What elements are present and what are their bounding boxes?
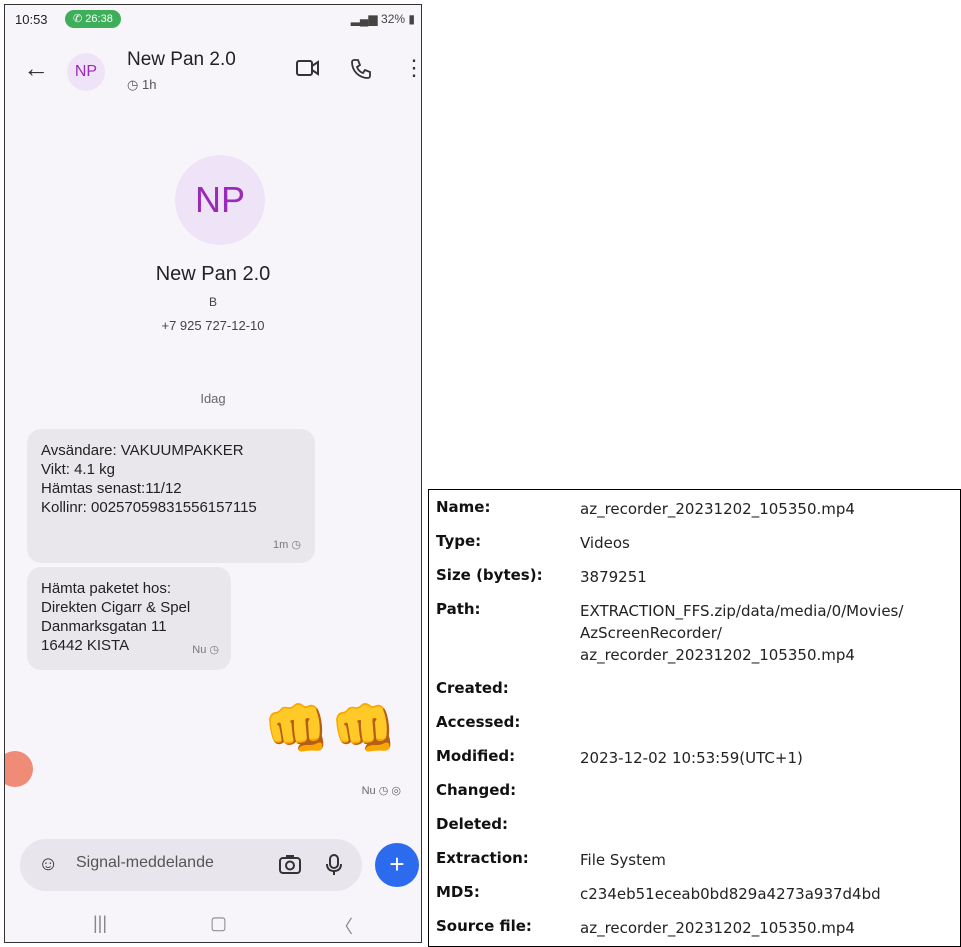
header-avatar[interactable]: NP [67,53,105,91]
message-composer: ☺ [20,839,362,891]
property-value: az_recorder_20231202_105350.mp4 [580,500,855,518]
profile-phone: +7 925 727-12-10 [161,318,265,333]
call-duration: 26:38 [85,13,113,25]
system-nav-bar: ||| ▢ 〈 [5,903,421,942]
property-value: 3879251 [580,568,647,586]
back-icon[interactable]: 〈 [335,913,353,939]
message-line: Hämta paketet hos: [41,580,172,597]
property-label: Source file: [436,917,532,935]
more-vertical-icon[interactable]: ⋮ [403,55,421,81]
property-value: az_recorder_20231202_105350.mp4 [580,919,855,937]
property-label: Created: [436,679,509,697]
status-bar: 10:53 ✆ 26:38 ▂▄▆ 32% ▮ [5,5,421,33]
profile-subtitle: B [208,295,217,309]
outgoing-emoji-message[interactable]: 👊👊 [263,699,397,759]
conversation-header: ← NP New Pan 2.0 ◷ 1h ⋮ [5,35,421,105]
conversation-title[interactable]: New Pan 2.0 [127,49,236,71]
microphone-icon[interactable] [325,853,343,883]
message-meta: Nu ◷ [192,641,219,660]
floating-recorder-bubble[interactable] [5,751,33,787]
recents-icon[interactable]: ||| [93,913,107,934]
status-icons: ▂▄▆ 32% ▮ [351,12,415,26]
battery-icon: ▮ [408,12,415,26]
property-label: Modified: [436,747,516,765]
camera-icon[interactable] [278,853,302,881]
clock-icon: ◷ [291,539,301,551]
message-time: Nu [361,785,376,797]
read-receipt-icon: ◎ [391,785,401,797]
message-line: Hämtas senast:11/12 [41,480,182,497]
property-label: Extraction: [436,849,529,867]
property-value: Videos [580,534,630,552]
incoming-message[interactable]: Hämta paketet hos: Direkten Cigarr & Spe… [27,567,231,670]
plus-icon[interactable]: + [375,843,419,887]
property-label: Deleted: [436,815,509,833]
profile-name: New Pan 2.0 [155,263,271,285]
profile-avatar[interactable]: NP [175,155,265,245]
phone-icon: ✆ [73,13,83,25]
message-meta: 1m ◷ [273,536,301,555]
clock-icon: ◷ [378,785,389,797]
clock-icon: ◷ [127,77,139,92]
property-label: Accessed: [436,713,521,731]
incoming-message[interactable]: Avsändare: VAKUUMPAKKER Vikt: 4.1 kg Häm… [27,429,315,563]
property-value: EXTRACTION_FFS.zip/data/media/0/Movies/ … [580,602,904,664]
smiley-icon[interactable]: ☺ [38,853,58,876]
status-time: 10:53 [15,12,48,27]
message-line: Vikt: 4.1 kg [41,461,115,478]
ongoing-call-pill[interactable]: ✆ 26:38 [65,10,121,28]
video-camera-icon[interactable] [295,57,321,84]
back-arrow-icon[interactable]: ← [23,55,49,81]
property-label: Path: [436,600,481,618]
outgoing-meta: Nu ◷ ◎ [362,784,401,797]
file-properties-panel: Name: az_recorder_20231202_105350.mp4 Ty… [428,489,961,947]
property-value: 2023-12-02 10:53:59(UTC+1) [580,749,803,767]
phone-screenshot: 10:53 ✆ 26:38 ▂▄▆ 32% ▮ ← NP New Pan 2.0… [4,4,422,943]
message-input[interactable] [74,853,258,873]
property-value: c234eb51eceab0bd829a4273a937d4bd [580,885,881,903]
battery-level: 32% [381,12,406,26]
message-line: Danmarksgatan 11 [41,618,167,635]
home-icon[interactable]: ▢ [210,913,227,934]
signal-icon: ▂▄▆ [350,12,378,26]
message-line: 16442 KISTA [41,637,130,654]
property-label: MD5: [436,883,480,901]
property-value: File System [580,851,666,869]
property-label: Name: [436,498,491,516]
property-label: Changed: [436,781,517,799]
message-time: Nu [192,644,207,656]
message-line: Avsändare: VAKUUMPAKKER [41,442,244,459]
property-label: Type: [436,532,482,550]
property-label: Size (bytes): [436,566,543,584]
clock-icon: ◷ [209,644,219,656]
disappearing-timer: ◷ 1h [127,77,157,92]
message-line: Direkten Cigarr & Spel [41,599,191,616]
phone-icon[interactable] [349,57,373,86]
message-time: 1m [273,539,289,551]
date-separator: Idag [200,391,226,406]
message-line: Kollinr: 00257059831556157115 [41,499,257,516]
